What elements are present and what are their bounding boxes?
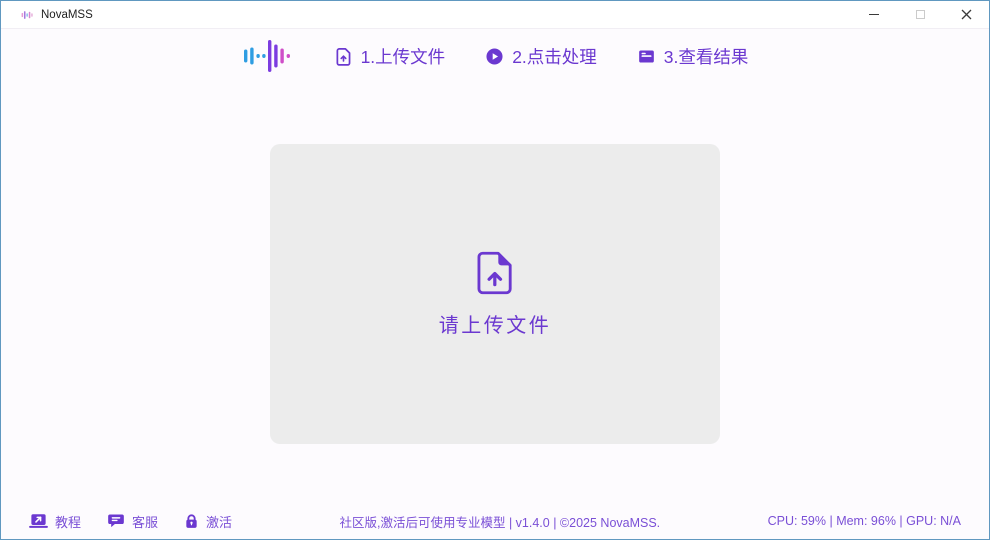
upload-dropzone[interactable]: 请上传文件 (270, 144, 720, 444)
footer-link-label: 教程 (55, 512, 81, 531)
minimize-button[interactable] (851, 1, 897, 28)
results-window-icon (637, 47, 656, 66)
tutorial-button[interactable]: 教程 (29, 512, 81, 531)
close-button[interactable] (943, 1, 989, 28)
footer-link-label: 客服 (132, 512, 158, 531)
upload-file-icon (476, 251, 514, 295)
app-window: NovaMSS (0, 0, 990, 540)
step-upload-file: 1.上传文件 (334, 44, 446, 69)
step-view-results: 3.查看结果 (637, 44, 749, 69)
license-version-text: 社区版,激活后可使用专业模型 | v1.4.0 | ©2025 NovaMSS. (232, 512, 768, 531)
steps-header: 1.上传文件 2.点击处理 3.查看结果 (1, 30, 989, 82)
step-label: 3.查看结果 (664, 44, 749, 69)
footer-links: 教程 客服 激活 (29, 512, 232, 531)
chat-bubble-icon (107, 513, 125, 529)
step-label: 2.点击处理 (512, 44, 597, 69)
support-button[interactable]: 客服 (107, 512, 158, 531)
footer-link-label: 激活 (206, 512, 232, 531)
waveform-mini-icon (21, 9, 35, 21)
status-bar: 教程 客服 激活 社区版,激活后可使用专业模型 (1, 503, 989, 539)
waveform-logo-icon (242, 35, 294, 77)
step-label: 1.上传文件 (361, 44, 446, 69)
system-stats-text: CPU: 59% | Mem: 96% | GPU: N/A (768, 514, 961, 528)
window-controls (851, 1, 989, 28)
title-bar: NovaMSS (1, 1, 989, 29)
upload-prompt: 请上传文件 (439, 309, 552, 338)
maximize-icon (916, 10, 925, 19)
activate-button[interactable]: 激活 (184, 512, 232, 531)
file-upload-icon (334, 47, 353, 66)
play-circle-icon (485, 47, 504, 66)
minimize-icon (869, 14, 879, 16)
close-icon (961, 9, 972, 20)
maximize-button (897, 1, 943, 28)
step-process: 2.点击处理 (485, 44, 597, 69)
window-title: NovaMSS (41, 9, 93, 21)
lock-icon (184, 513, 199, 530)
tutorial-laptop-icon (29, 513, 48, 529)
